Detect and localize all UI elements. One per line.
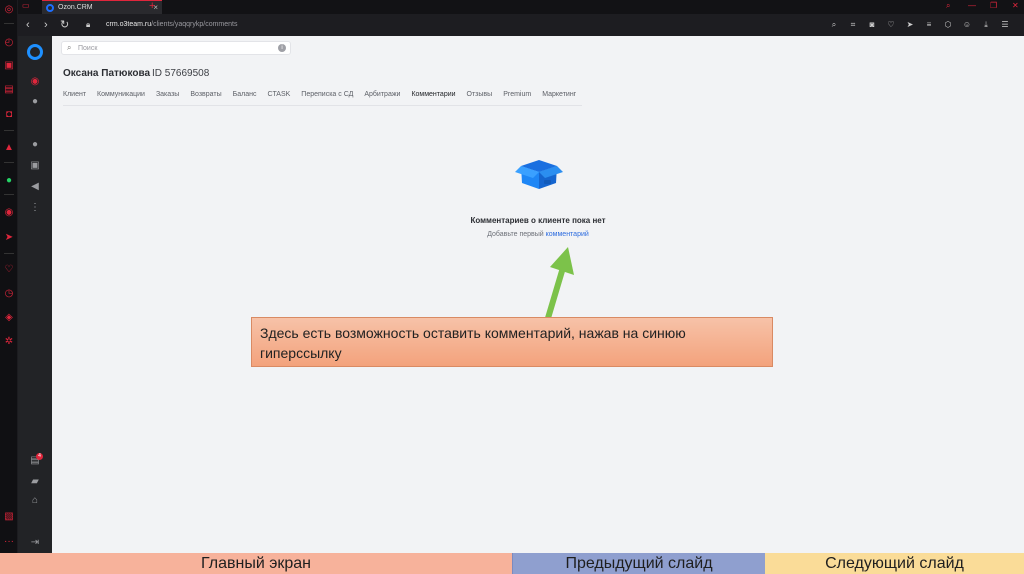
browser-tab[interactable]: Ozon.CRM × bbox=[42, 0, 162, 14]
tab-comments[interactable]: Комментарии bbox=[411, 90, 456, 106]
camera-icon[interactable]: ◙ bbox=[867, 19, 877, 30]
record-icon[interactable]: ◉ bbox=[29, 76, 41, 88]
user-icon[interactable]: ● bbox=[29, 139, 41, 151]
send-icon[interactable]: ➤ bbox=[3, 232, 15, 244]
previous-slide-button[interactable]: Предыдущий слайд bbox=[512, 553, 765, 574]
download-icon[interactable]: ⤓ bbox=[981, 19, 991, 30]
url-host: crm.o3team.ru bbox=[106, 21, 152, 28]
empty-state-subtitle: Добавьте первый комментарий bbox=[408, 231, 668, 238]
speed-dial-icon[interactable]: ◴ bbox=[3, 37, 15, 49]
extensions-icon[interactable]: ⬡ bbox=[943, 19, 953, 30]
home-screen-button[interactable]: Главный экран bbox=[0, 553, 512, 574]
opera-logo-icon[interactable]: ◎ bbox=[3, 4, 15, 16]
more-vertical-icon[interactable]: ⋮ bbox=[29, 202, 41, 214]
browser-tab-bar: ▭ Ozon.CRM × + ⌕ — ❐ ✕ bbox=[18, 0, 1024, 14]
snapshot-icon[interactable]: ⌗ bbox=[848, 19, 858, 30]
empty-state-title: Комментариев о клиенте пока нет bbox=[470, 216, 606, 225]
sidebar-divider bbox=[4, 253, 14, 254]
url-path: /clients/yaqqrykp/comments bbox=[151, 21, 238, 28]
empty-state-prefix: Добавьте первый bbox=[487, 231, 544, 238]
sidebar-divider bbox=[4, 194, 14, 195]
search-page-icon[interactable]: ⌕ bbox=[829, 19, 839, 30]
tab-communications[interactable]: Коммуникации bbox=[97, 90, 145, 106]
more-icon[interactable]: ··· bbox=[3, 536, 15, 548]
ozon-favicon-icon bbox=[46, 4, 54, 12]
search-box: ⌕ i bbox=[61, 41, 291, 55]
history-icon[interactable]: ◷ bbox=[3, 288, 15, 300]
ozon-logo-icon[interactable] bbox=[27, 44, 43, 60]
check-icon[interactable]: ▣ bbox=[29, 160, 41, 172]
add-comment-link[interactable]: комментарий bbox=[546, 231, 589, 238]
play-icon[interactable]: ● bbox=[29, 96, 41, 108]
settings-icon[interactable]: ✲ bbox=[3, 336, 15, 348]
tab-delivery-correspondence[interactable]: Переписка с СД bbox=[301, 90, 353, 106]
client-tabs: Клиент Коммуникации Заказы Возвраты Бала… bbox=[63, 90, 587, 106]
tab-orders[interactable]: Заказы bbox=[156, 90, 179, 106]
sidebar-divider bbox=[4, 130, 14, 131]
megaphone-icon[interactable]: ◀ bbox=[29, 181, 41, 193]
browser-toolbar: ⌕ ⌗ ◙ ♡ ➤ ≡ ⬡ ☺ ⤓ ☰ bbox=[829, 19, 1010, 30]
restore-icon[interactable]: ❐ bbox=[990, 0, 997, 12]
easy-setup-icon[interactable]: ≡ bbox=[924, 19, 934, 30]
player-icon[interactable]: ◉ bbox=[3, 207, 15, 219]
tab-balance[interactable]: Баланс bbox=[233, 90, 257, 106]
lock-icon: 🔒︎ bbox=[86, 20, 91, 29]
logout-icon[interactable]: ⇥ bbox=[29, 537, 41, 549]
flow-icon[interactable]: ➤ bbox=[905, 19, 915, 30]
menu-icon[interactable]: ☰ bbox=[1000, 19, 1010, 30]
next-slide-button[interactable]: Следующий слайд bbox=[765, 553, 1024, 574]
forward-icon[interactable]: › bbox=[44, 18, 48, 32]
notification-badge: 4 bbox=[36, 453, 43, 460]
scroll-gutter bbox=[1002, 36, 1024, 553]
aria-icon[interactable]: ▲ bbox=[3, 142, 15, 154]
sidebar-divider bbox=[4, 162, 14, 163]
main-content: ⌕ i Оксана Патюкова ID 57669508 Клиент К… bbox=[52, 36, 1002, 553]
crm-rail: ◉ ● ● ▣ ◀ ⋮ ▤ 4 ▰ ⌂ ⇥ bbox=[18, 36, 52, 553]
tab-arbitrations[interactable]: Арбитражи bbox=[364, 90, 400, 106]
client-name: Оксана Патюкова bbox=[63, 68, 151, 79]
sidebar-divider bbox=[4, 23, 14, 24]
opera-sidebar: ◎ ◴ ▣ ▤ ◘ ▲ ● ◉ ➤ ♡ ◷ ◈ ✲ ▧ ··· bbox=[0, 0, 18, 553]
shopping-icon[interactable]: ▣ bbox=[3, 60, 15, 72]
tab-reviews[interactable]: Отзывы bbox=[467, 90, 493, 106]
reload-icon[interactable]: ↻ bbox=[60, 18, 69, 32]
client-id: ID 57669508 bbox=[152, 68, 210, 79]
bookmark-icon[interactable]: ♡ bbox=[886, 19, 896, 30]
slide-navigation: Главный экран Предыдущий слайд Следующий… bbox=[0, 553, 1024, 574]
chat-icon[interactable]: ▰ bbox=[29, 476, 41, 488]
profile-icon[interactable]: ☺ bbox=[962, 19, 972, 30]
gallery-icon[interactable]: ▧ bbox=[3, 511, 15, 523]
close-window-icon[interactable]: ✕ bbox=[1012, 0, 1019, 12]
home-icon[interactable]: ⌂ bbox=[29, 495, 41, 507]
back-icon[interactable]: ‹ bbox=[26, 18, 30, 32]
tab-marketing[interactable]: Маркетинг bbox=[542, 90, 576, 106]
twitch-icon[interactable]: ▤ bbox=[3, 84, 15, 96]
info-icon[interactable]: i bbox=[278, 44, 286, 52]
whatsapp-icon[interactable]: ● bbox=[3, 175, 15, 187]
url-field[interactable]: crm.o3team.ru/clients/yaqqrykp/comments bbox=[106, 20, 238, 30]
tab-title: Ozon.CRM bbox=[58, 4, 93, 11]
search-icon: ⌕ bbox=[67, 43, 72, 52]
search-tabs-icon[interactable]: ⌕ bbox=[946, 0, 950, 12]
screen: ◎ ◴ ▣ ▤ ◘ ▲ ● ◉ ➤ ♡ ◷ ◈ ✲ ▧ ··· ▭ Ozon.C… bbox=[0, 0, 1024, 574]
minimize-icon[interactable]: — bbox=[968, 0, 976, 12]
instagram-icon[interactable]: ◘ bbox=[3, 109, 15, 121]
new-tab-icon[interactable]: + bbox=[149, 0, 155, 12]
heart-icon[interactable]: ♡ bbox=[3, 264, 15, 276]
address-bar: ‹ › ↻ 🔒︎ crm.o3team.ru/clients/yaqqrykp/… bbox=[18, 14, 1024, 36]
tab-client[interactable]: Клиент bbox=[63, 90, 86, 106]
annotation-callout: Здесь есть возможность оставить коммента… bbox=[251, 317, 773, 367]
empty-box-icon bbox=[515, 160, 563, 189]
tab-ctask[interactable]: CTASK bbox=[267, 90, 290, 106]
tab-premium[interactable]: Premium bbox=[503, 90, 531, 106]
box-icon[interactable]: ◈ bbox=[3, 312, 15, 324]
tab-returns[interactable]: Возвраты bbox=[190, 90, 221, 106]
tabs-divider bbox=[63, 105, 582, 106]
search-input[interactable] bbox=[78, 43, 268, 53]
workspaces-icon[interactable]: ▭ bbox=[22, 0, 30, 12]
